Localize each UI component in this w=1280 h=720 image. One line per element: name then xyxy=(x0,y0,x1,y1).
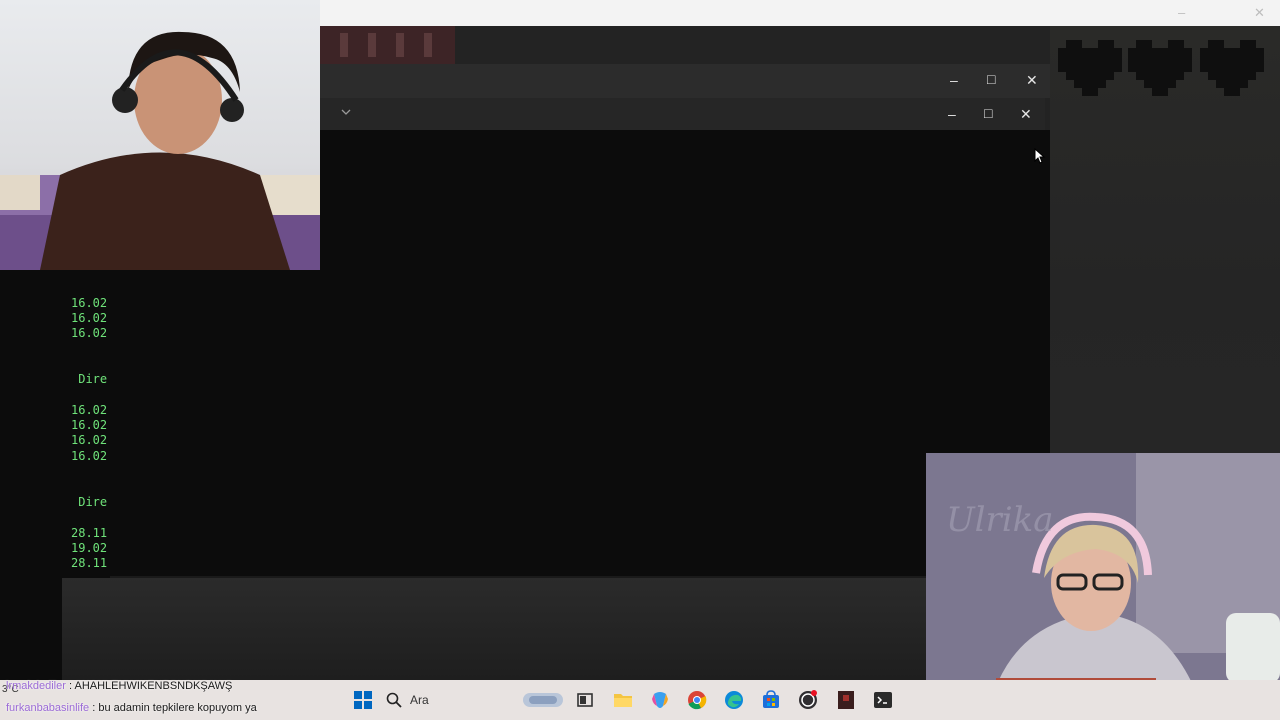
terminal-maximize-button[interactable]: □ xyxy=(984,105,992,121)
terminal-line: 16.02 xyxy=(71,311,108,325)
chat-username: lrmakdediler xyxy=(6,680,66,692)
terminal-line: 16.02 xyxy=(71,326,108,340)
file-explorer-icon[interactable] xyxy=(612,689,634,711)
terminal-line: 16.02 xyxy=(71,433,108,447)
terminal-line: 19.02 xyxy=(71,541,108,555)
edge-icon[interactable] xyxy=(723,689,745,711)
terminal-icon[interactable] xyxy=(872,689,894,711)
streamer-webcam-left xyxy=(0,0,320,270)
chat-text: AHAHLEHWIKENBSNDKŞAWŞ xyxy=(74,680,233,692)
mouse-cursor-icon xyxy=(1034,148,1046,164)
close-icon[interactable]: ✕ xyxy=(1254,5,1265,21)
tab-dropdown-icon[interactable] xyxy=(341,107,351,117)
terminal-minimize-button[interactable]: – xyxy=(948,106,956,122)
background-window-titlebar: – ✕ xyxy=(320,0,1280,26)
terminal-line: 16.02 xyxy=(71,296,108,310)
chat-message: furkanbabasinlife : bu adamin tepkilere … xyxy=(6,702,257,714)
terminal-line: 16.02 xyxy=(71,403,108,417)
game-title-strip xyxy=(320,26,455,64)
terminal-titlebar: – □ ✕ xyxy=(320,98,1045,130)
terminal-line: 16.02 xyxy=(71,449,108,463)
task-view-icon[interactable] xyxy=(574,689,596,711)
terminal-line: 28.11 xyxy=(71,556,108,570)
chat-message: lrmakdediler : AHAHLEHWIKENBSNDKŞAWŞ xyxy=(6,680,233,692)
chat-username: furkanbabasinlife xyxy=(6,702,90,714)
game-icon[interactable] xyxy=(835,689,857,711)
copilot-icon[interactable] xyxy=(649,689,671,711)
terminal-line: Dire xyxy=(71,495,108,509)
outer-window-titlebar: – □ ✕ xyxy=(320,64,1050,98)
obs-icon[interactable] xyxy=(797,689,819,711)
terminal-line: 28.11 xyxy=(71,526,108,540)
minimize-icon[interactable]: – xyxy=(1178,5,1185,20)
chat-text: bu adamin tepkilere kopuyom ya xyxy=(98,702,257,714)
windows-start-icon[interactable] xyxy=(352,689,374,711)
close-button[interactable]: ✕ xyxy=(1026,72,1038,89)
svg-text:Ulrika: Ulrika xyxy=(946,500,1054,540)
search-placeholder: Ara xyxy=(410,693,429,707)
terminal-line: 16.02 xyxy=(71,418,108,432)
heart-icon xyxy=(1200,40,1264,96)
terminal-line: Dire xyxy=(71,372,108,386)
maximize-button[interactable]: □ xyxy=(987,71,995,87)
terminal-close-button[interactable]: ✕ xyxy=(1020,106,1032,123)
heart-icon xyxy=(1058,40,1122,96)
lower-background xyxy=(62,578,926,680)
health-hearts xyxy=(1058,36,1278,106)
search-icon xyxy=(386,692,402,708)
minimize-button[interactable]: – xyxy=(950,72,958,88)
chrome-icon[interactable] xyxy=(686,689,708,711)
heart-icon xyxy=(1128,40,1192,96)
search-highlight-icon[interactable] xyxy=(522,689,564,711)
store-icon[interactable] xyxy=(760,689,782,711)
